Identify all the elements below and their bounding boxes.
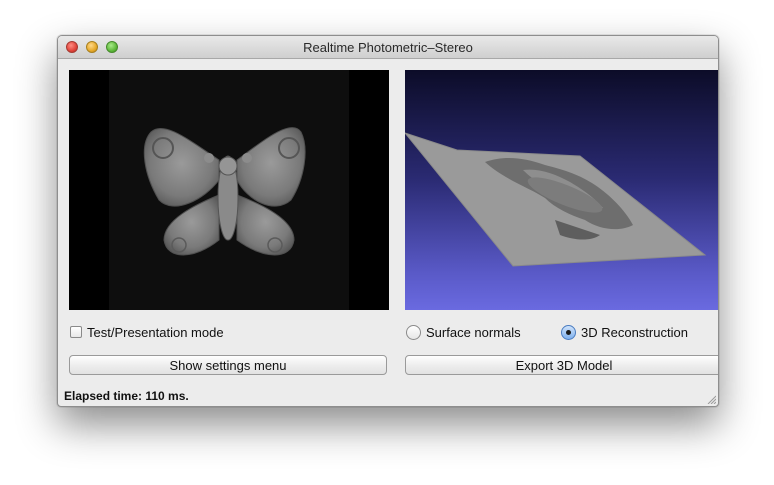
surface-normals-radio[interactable] bbox=[406, 324, 421, 340]
resize-grip-icon[interactable] bbox=[706, 394, 716, 404]
reconstruction-surface bbox=[403, 131, 707, 267]
app-window: Realtime Photometric–Stereo Test/Present… bbox=[57, 35, 719, 407]
test-mode-checkbox[interactable] bbox=[70, 326, 82, 338]
reconstruction-option[interactable]: 3D Reconstruction bbox=[561, 322, 688, 342]
reconstruction-radio[interactable] bbox=[561, 324, 576, 340]
test-mode-checkbox-row[interactable]: Test/Presentation mode bbox=[70, 323, 224, 341]
show-settings-button[interactable]: Show settings menu bbox=[69, 355, 387, 375]
title-bar[interactable]: Realtime Photometric–Stereo bbox=[58, 36, 718, 59]
surface-normals-option[interactable]: Surface normals bbox=[406, 322, 521, 342]
reconstruction-3d-view[interactable] bbox=[403, 70, 718, 310]
window-title: Realtime Photometric–Stereo bbox=[303, 40, 473, 55]
camera-image-view bbox=[69, 70, 389, 310]
elapsed-time-status: Elapsed time: 110 ms. bbox=[64, 389, 189, 403]
surface-normals-label: Surface normals bbox=[426, 324, 521, 340]
butterfly-image bbox=[109, 70, 349, 310]
export-3d-model-button[interactable]: Export 3D Model bbox=[405, 355, 718, 375]
reconstruction-label: 3D Reconstruction bbox=[581, 324, 688, 340]
test-mode-label: Test/Presentation mode bbox=[87, 324, 224, 340]
